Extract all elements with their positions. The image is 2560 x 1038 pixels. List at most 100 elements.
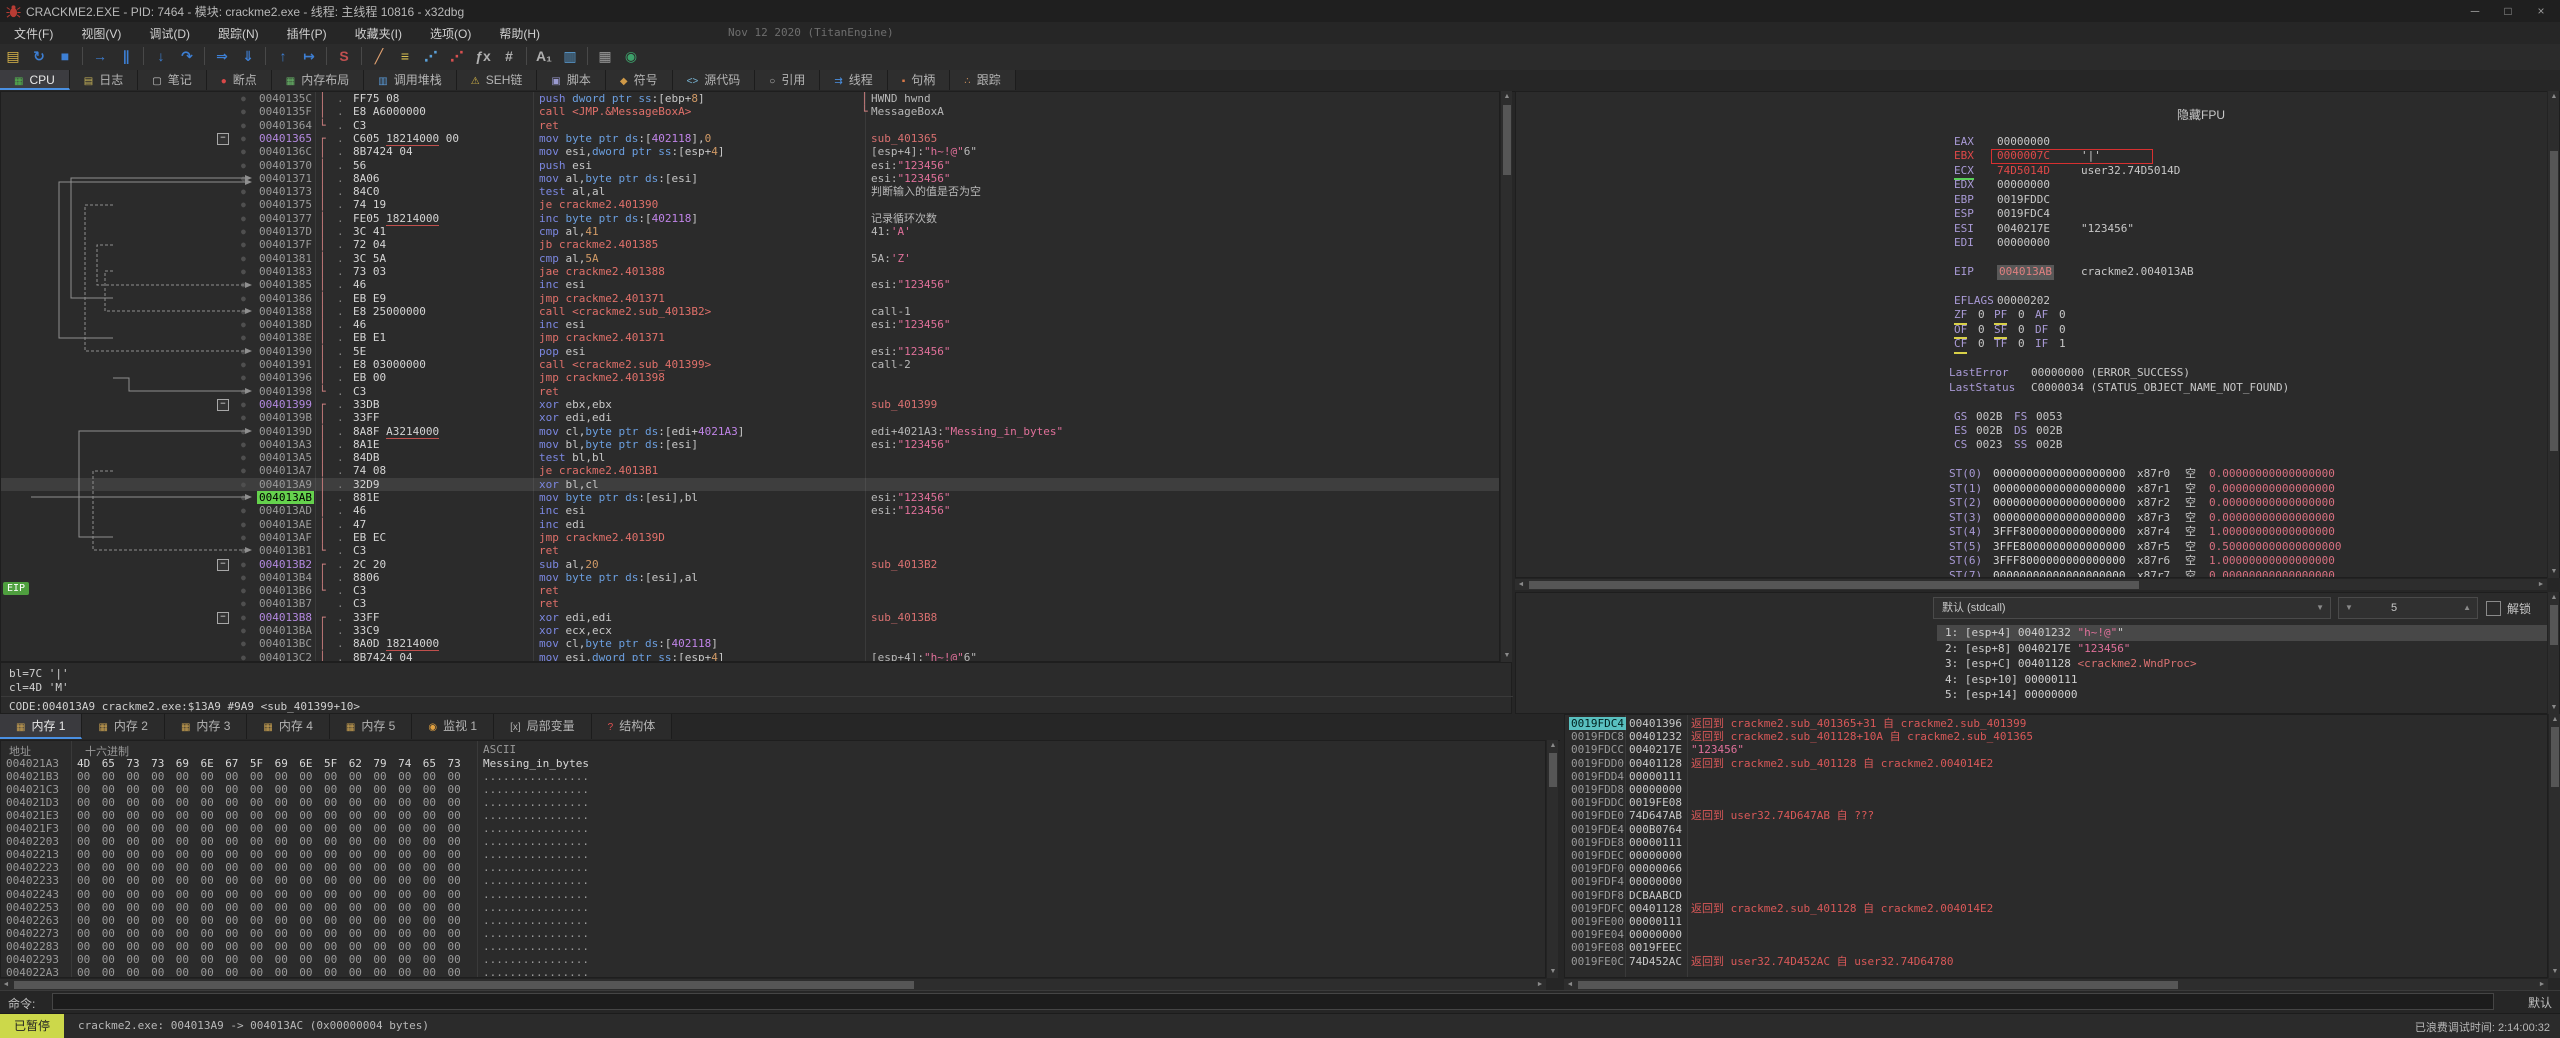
tab-源代码[interactable]: <> 源代码	[672, 70, 756, 90]
tab-线程[interactable]: ⇉ 线程	[820, 70, 888, 90]
tab-日志[interactable]: ▤ 日志	[69, 70, 139, 90]
arg-count-spinner[interactable]: ▼ 5 ▲	[2338, 597, 2478, 619]
step-into-icon[interactable]: ↓	[148, 44, 174, 68]
comments-icon[interactable]: ≡	[392, 44, 418, 68]
close-button[interactable]: ×	[2526, 2, 2556, 20]
hardware-breakpoints-icon[interactable]: ⋰	[444, 44, 470, 68]
dump-row[interactable]: 004022A3 00 00 00 00 00 00 00 00 00 00 00 00 00 00 00 00…	[1, 966, 1545, 977]
dump-row[interactable]: 004021C3 00 00 00 00 00 00 00 00 00 00 00 00 00 00 00 00…	[1, 783, 1545, 796]
attach-icon[interactable]: ◉	[618, 44, 644, 68]
tab-引用[interactable]: ○ 引用	[755, 70, 821, 90]
register-row[interactable]: EAX 00000000	[1947, 135, 2547, 149]
register-row[interactable]: EBX 0000007C '|'	[1947, 149, 2547, 165]
seh-chain-icon[interactable]: S	[331, 44, 357, 68]
register-row[interactable]: EDI 00000000	[1947, 236, 2547, 250]
stack-row[interactable]: 0019FDF4 00000000	[1565, 875, 2547, 888]
memory-dump-pane[interactable]: 地址 十六进制 ASCII 004021A3 4D 65 73 73 69 6E 67 5F 69…	[0, 740, 1546, 978]
register-row[interactable]: ST(6) 3FFF8000000000000000 x87r6 空 1.0000000…	[1947, 554, 2547, 568]
tab-跟踪[interactable]: ∴ 跟踪	[950, 70, 1016, 90]
argument-row[interactable]: 2: [esp+8] 0040217E "123456"	[1937, 641, 2555, 657]
argument-row[interactable]: 5: [esp+14] 00000000	[1937, 687, 2555, 703]
tab-断点[interactable]: ● 断点	[206, 70, 272, 90]
arguments-pane[interactable]: 默认 (stdcall) ▼ ▼ 5 ▲ 解锁 1: [esp+4] 00401…	[1515, 592, 2560, 714]
register-row[interactable]: ST(0) 00000000000000000000 x87r0 空 0.0000000…	[1947, 467, 2547, 481]
patch-icon[interactable]: ╱	[366, 44, 392, 68]
dump-row[interactable]: 004021E3 00 00 00 00 00 00 00 00 00 00 00 00 00 00 00 00…	[1, 809, 1545, 822]
dump-row[interactable]: 004021D3 00 00 00 00 00 00 00 00 00 00 00 00 00 00 00 00…	[1, 796, 1545, 809]
stack-row[interactable]: 0019FDE8 00000111	[1565, 836, 2547, 849]
bottom-tab-局部变量[interactable]: [x] 局部变量	[494, 714, 592, 739]
bottom-tab-内存 1[interactable]: ▦ 内存 1	[0, 714, 83, 739]
pause-icon[interactable]: ∥	[113, 44, 139, 68]
bottom-tab-内存 2[interactable]: ▦ 内存 2	[82, 714, 165, 739]
stack-row[interactable]: 0019FDEC 00000000	[1565, 849, 2547, 862]
spinner-down-icon[interactable]: ▼	[2345, 598, 2353, 618]
software-breakpoints-icon[interactable]: ⋰	[418, 44, 444, 68]
register-row[interactable]: LastStatus C0000034 (STATUS_OBJECT_NAME_N…	[1947, 381, 2547, 395]
calculator-icon[interactable]: ▦	[592, 44, 618, 68]
registers-hscrollbar[interactable]: ◄ ►	[1515, 578, 2547, 590]
unlock-checkbox[interactable]	[2486, 601, 2501, 616]
stack-row[interactable]: 0019FDCC 0040217E "123456"	[1565, 743, 2547, 756]
hide-fpu-button[interactable]: 隐藏FPU	[2136, 106, 2266, 123]
dump-row[interactable]: 00402283 00 00 00 00 00 00 00 00 00 00 00 00 00 00 00 00…	[1, 940, 1545, 953]
register-row[interactable]: ST(4) 3FFF8000000000000000 x87r4 空 1.0000000…	[1947, 525, 2547, 539]
execute-till-return-icon[interactable]: ↑	[270, 44, 296, 68]
command-type-selector[interactable]: 默认	[2528, 994, 2552, 1011]
stack-row[interactable]: 0019FDE4 000B0764	[1565, 823, 2547, 836]
register-row[interactable]: EFLAGS 00000202	[1947, 294, 2547, 308]
spinner-up-icon[interactable]: ▲	[2463, 598, 2471, 618]
settings-icon[interactable]: ▥	[557, 44, 583, 68]
open-file-icon[interactable]: ▤	[0, 44, 26, 68]
run-icon[interactable]: →	[87, 44, 113, 68]
menu-收藏夹(I)[interactable]: 收藏夹(I)	[341, 22, 416, 45]
register-row[interactable]: LastError 00000000 (ERROR_SUCCESS)	[1947, 366, 2547, 380]
bottom-tab-结构体[interactable]: ? 结构体	[591, 714, 673, 739]
register-row[interactable]: OF 0 SF 0 DF 0	[1947, 323, 2547, 340]
tab-内存布局[interactable]: ▦ 内存布局	[271, 70, 365, 90]
stack-row[interactable]: 0019FE08 0019FEEC	[1565, 941, 2547, 954]
tab-CPU[interactable]: ▦ CPU	[0, 70, 70, 90]
register-row[interactable]: ES 002B DS 002B	[1947, 424, 2547, 438]
register-row[interactable]: ST(3) 00000000000000000000 x87r3 空 0.0000000…	[1947, 511, 2547, 525]
stack-row[interactable]: 0019FE0C 74D452AC 返回到 user32.74D452AC 自 us…	[1565, 955, 2547, 968]
stack-hscrollbar[interactable]: ◄ ►	[1564, 978, 2548, 990]
stack-pane[interactable]: 0019FDC4 00401396 返回到 crackme2.sub_401365+…	[1564, 714, 2548, 978]
functions-icon[interactable]: ƒx	[470, 44, 496, 68]
stack-row[interactable]: 0019FDF8 DCBAABCD	[1565, 889, 2547, 902]
preferences-font-icon[interactable]: A₁	[531, 44, 557, 68]
register-row[interactable]: EBP 0019FDDC	[1947, 193, 2547, 207]
register-row[interactable]: GS 002B FS 0053	[1947, 410, 2547, 424]
dump-row[interactable]: 00402243 00 00 00 00 00 00 00 00 00 00 00 00 00 00 00 00…	[1, 888, 1545, 901]
register-row[interactable]: ECX 74D5014D user32.74D5014D	[1947, 164, 2547, 181]
register-row[interactable]: ST(1) 00000000000000000000 x87r1 空 0.0000000…	[1947, 482, 2547, 496]
register-row[interactable]: ST(5) 3FFE8000000000000000 x87r5 空 0.5000000…	[1947, 540, 2547, 554]
dump-row[interactable]: 00402203 00 00 00 00 00 00 00 00 00 00 00 00 00 00 00 00…	[1, 835, 1545, 848]
register-row[interactable]: ST(7) 00000000000000000000 x87r7 空 0.0000000…	[1947, 569, 2547, 578]
stack-row[interactable]: 0019FDF0 00000066	[1565, 862, 2547, 875]
argument-row[interactable]: 4: [esp+10] 00000111	[1937, 672, 2555, 688]
register-row[interactable]: ZF 0 PF 0 AF 0	[1947, 308, 2547, 325]
run-to-user-code-icon[interactable]: ↦	[296, 44, 322, 68]
stack-row[interactable]: 0019FDD8 00000000	[1565, 783, 2547, 796]
bottom-tab-内存 4[interactable]: ▦ 内存 4	[247, 714, 330, 739]
bottom-tab-内存 3[interactable]: ▦ 内存 3	[164, 714, 248, 739]
dump-hscrollbar[interactable]: ◄ ►	[0, 978, 1546, 990]
tab-SEH链[interactable]: ⚠ SEH链	[456, 70, 538, 90]
run-to-selection-icon[interactable]: ⇒	[209, 44, 235, 68]
restart-icon[interactable]: ↻	[26, 44, 52, 68]
dump-row[interactable]: 004021F3 00 00 00 00 00 00 00 00 00 00 00 00 00 00 00 00…	[1, 822, 1545, 835]
stack-row[interactable]: 0019FDFC 00401128 返回到 crackme2.sub_401128 …	[1565, 902, 2547, 915]
tab-脚本[interactable]: ▣ 脚本	[537, 70, 606, 90]
register-row[interactable]: EDX 00000000	[1947, 178, 2547, 192]
stack-row[interactable]: 0019FDD4 00000111	[1565, 770, 2547, 783]
bottom-tab-监视 1[interactable]: ◉ 监视 1	[412, 714, 495, 739]
argument-row[interactable]: 3: [esp+C] 00401128 <crackme2.WndProc>	[1937, 656, 2555, 672]
menu-调试(D)[interactable]: 调试(D)	[135, 22, 204, 45]
registers-pane[interactable]: 隐藏FPU EAX 00000000 EBX 0000007C '|' ECX 74D501…	[1515, 91, 2560, 578]
dump-row[interactable]: 00402263 00 00 00 00 00 00 00 00 00 00 00 00 00 00 00 00…	[1, 914, 1545, 927]
arguments-scrollbar[interactable]: ▲ ▼	[2547, 592, 2559, 714]
dump-row[interactable]: 00402213 00 00 00 00 00 00 00 00 00 00 00 00 00 00 00 00…	[1, 848, 1545, 861]
menu-帮助(H)[interactable]: 帮助(H)	[485, 22, 554, 45]
minimize-button[interactable]: ─	[2460, 2, 2490, 20]
